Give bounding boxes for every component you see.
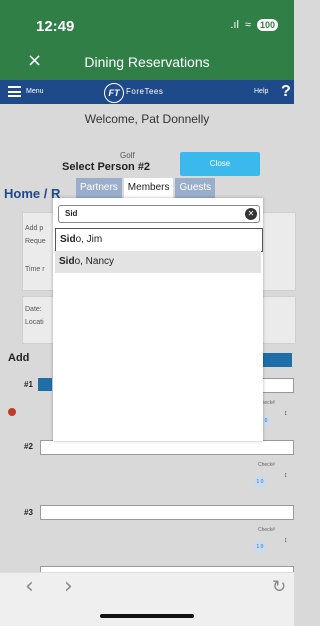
tab-guests[interactable]: Guests — [175, 178, 216, 198]
match-text: Sid — [60, 234, 76, 245]
welcome-text: Welcome, Pat Donnelly — [84, 112, 210, 126]
check-value-3[interactable]: 1 0 — [254, 541, 266, 553]
menu-button-label[interactable]: Menu — [26, 88, 44, 95]
stepper-icon-2[interactable]: ↕ — [284, 472, 288, 479]
player-slot-2[interactable] — [40, 440, 294, 455]
list-item[interactable]: Sido, Nancy — [55, 251, 261, 273]
back-arrow-icon[interactable]: ‹ — [25, 574, 34, 599]
tab-partners[interactable]: Partners — [76, 178, 122, 198]
check-value-2[interactable]: 1 0 — [254, 476, 266, 488]
wifi-icon: ≈ — [244, 19, 251, 31]
battery-icon: 100 — [256, 19, 278, 31]
result-name-rest: o, Jim — [75, 234, 103, 245]
player-slot-1[interactable] — [262, 378, 294, 393]
help-button-label[interactable]: Help — [254, 88, 268, 95]
remove-icon[interactable] — [8, 408, 16, 416]
page-title: Dining Reservations — [84, 54, 210, 70]
foretees-logo-text: ForeTees — [126, 87, 164, 96]
add-heading: Add — [8, 352, 30, 364]
row-number-1: #1 — [24, 380, 33, 389]
stepper-icon-3[interactable]: ↕ — [284, 537, 288, 544]
status-time: 12:49 — [36, 18, 75, 35]
member-search-input[interactable]: Sid ✕ — [58, 205, 260, 223]
golf-label: Golf — [120, 151, 135, 160]
select-person-heading: Select Person #2 — [62, 161, 151, 173]
tab-members[interactable]: Members — [123, 178, 174, 198]
row-number-3: #3 — [24, 508, 33, 517]
foretees-logo-icon: FT — [104, 83, 124, 103]
check-label-2: Check# — [258, 462, 275, 468]
reload-icon[interactable]: ↻ — [272, 577, 286, 597]
close-button[interactable]: Close — [180, 152, 260, 176]
player-slot-3[interactable] — [40, 505, 294, 520]
check-label-3: Check# — [258, 527, 275, 533]
row-number-2: #2 — [24, 442, 33, 451]
result-name-rest: o, Nancy — [74, 256, 115, 267]
help-icon[interactable]: ? — [281, 83, 291, 101]
signal-icon: .ıl — [230, 19, 239, 31]
app-header: Menu FT ForeTees Help ? — [0, 80, 294, 104]
status-icons: .ıl ≈ 100 — [230, 19, 278, 31]
list-item[interactable]: Sido, Jim — [55, 228, 263, 252]
stepper-icon-1[interactable]: ↕ — [284, 410, 288, 417]
request-text: Reque — [25, 238, 46, 245]
forward-arrow-icon[interactable]: › — [64, 574, 73, 599]
menu-icon[interactable] — [8, 86, 21, 97]
breadcrumb: Home / R — [4, 186, 61, 201]
row-1-button[interactable] — [38, 378, 52, 391]
search-input-value: Sid — [65, 209, 78, 218]
date-text: Date: — [25, 306, 42, 313]
home-indicator — [100, 614, 194, 618]
add-action-button[interactable] — [262, 353, 292, 367]
clear-icon[interactable]: ✕ — [245, 208, 257, 220]
time-text: Time r — [25, 266, 45, 273]
add-text: Add p — [25, 225, 44, 232]
location-text: Locati — [25, 319, 44, 326]
person-type-tabs: Partners Members Guests — [76, 178, 217, 198]
match-text: Sid — [59, 256, 75, 267]
